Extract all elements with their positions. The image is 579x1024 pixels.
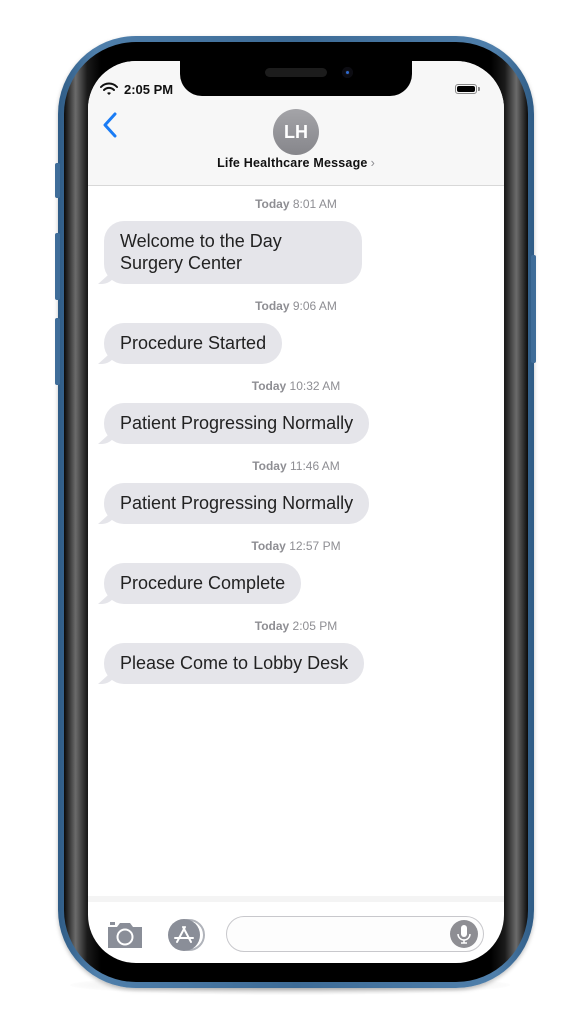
camera-icon[interactable] xyxy=(107,921,143,949)
timestamp: Today 12:57 PM xyxy=(251,539,341,553)
message-list: Today 8:01 AM Welcome to the Day Surgery… xyxy=(88,191,504,684)
power-button xyxy=(531,255,536,363)
chevron-left-icon[interactable] xyxy=(100,111,120,139)
volume-up-button xyxy=(55,233,60,300)
chevron-right-icon: › xyxy=(370,156,375,170)
message-row: Patient Progressing Normally xyxy=(88,483,504,524)
timestamp: Today 11:46 AM xyxy=(252,459,340,473)
message-row: Patient Progressing Normally xyxy=(88,403,504,444)
message-input[interactable] xyxy=(226,916,484,952)
wifi-icon xyxy=(100,82,118,95)
front-camera xyxy=(342,67,353,78)
message-row: Please Come to Lobby Desk xyxy=(88,643,504,684)
microphone-icon[interactable] xyxy=(450,920,478,948)
battery-tip xyxy=(478,87,480,91)
silent-switch xyxy=(55,163,60,198)
contact-name: Life Healthcare Message xyxy=(217,156,368,170)
message-bubble[interactable]: Please Come to Lobby Desk xyxy=(93,643,365,684)
status-time: 2:05 PM xyxy=(124,82,174,97)
timestamp: Today 9:06 AM xyxy=(255,299,337,313)
message-bubble[interactable]: Procedure Complete xyxy=(93,563,302,604)
screen: 2:05 PM LH Life Healthcare Message › Toda… xyxy=(88,61,504,963)
notch xyxy=(180,60,412,96)
timestamp: Today 8:01 AM xyxy=(255,197,337,211)
message-row: Welcome to the Day Surgery Center xyxy=(88,221,504,284)
composer-divider xyxy=(88,896,504,902)
message-bubble[interactable]: Procedure Started xyxy=(93,323,283,364)
timestamp: Today 2:05 PM xyxy=(254,619,338,633)
message-row: Procedure Started xyxy=(88,323,504,364)
volume-down-button xyxy=(55,318,60,385)
message-row: Procedure Complete xyxy=(88,563,504,604)
timestamp: Today 10:32 AM xyxy=(251,379,341,393)
app-store-icon[interactable] xyxy=(165,918,205,952)
contact-name-button[interactable]: Life Healthcare Message › xyxy=(88,156,504,170)
message-bubble[interactable]: Patient Progressing Normally xyxy=(93,483,370,524)
message-bubble[interactable]: Patient Progressing Normally xyxy=(93,403,370,444)
speaker xyxy=(265,68,327,77)
avatar[interactable]: LH xyxy=(273,109,319,155)
message-bubble[interactable]: Welcome to the Day Surgery Center xyxy=(94,221,362,284)
battery-icon xyxy=(455,84,477,94)
